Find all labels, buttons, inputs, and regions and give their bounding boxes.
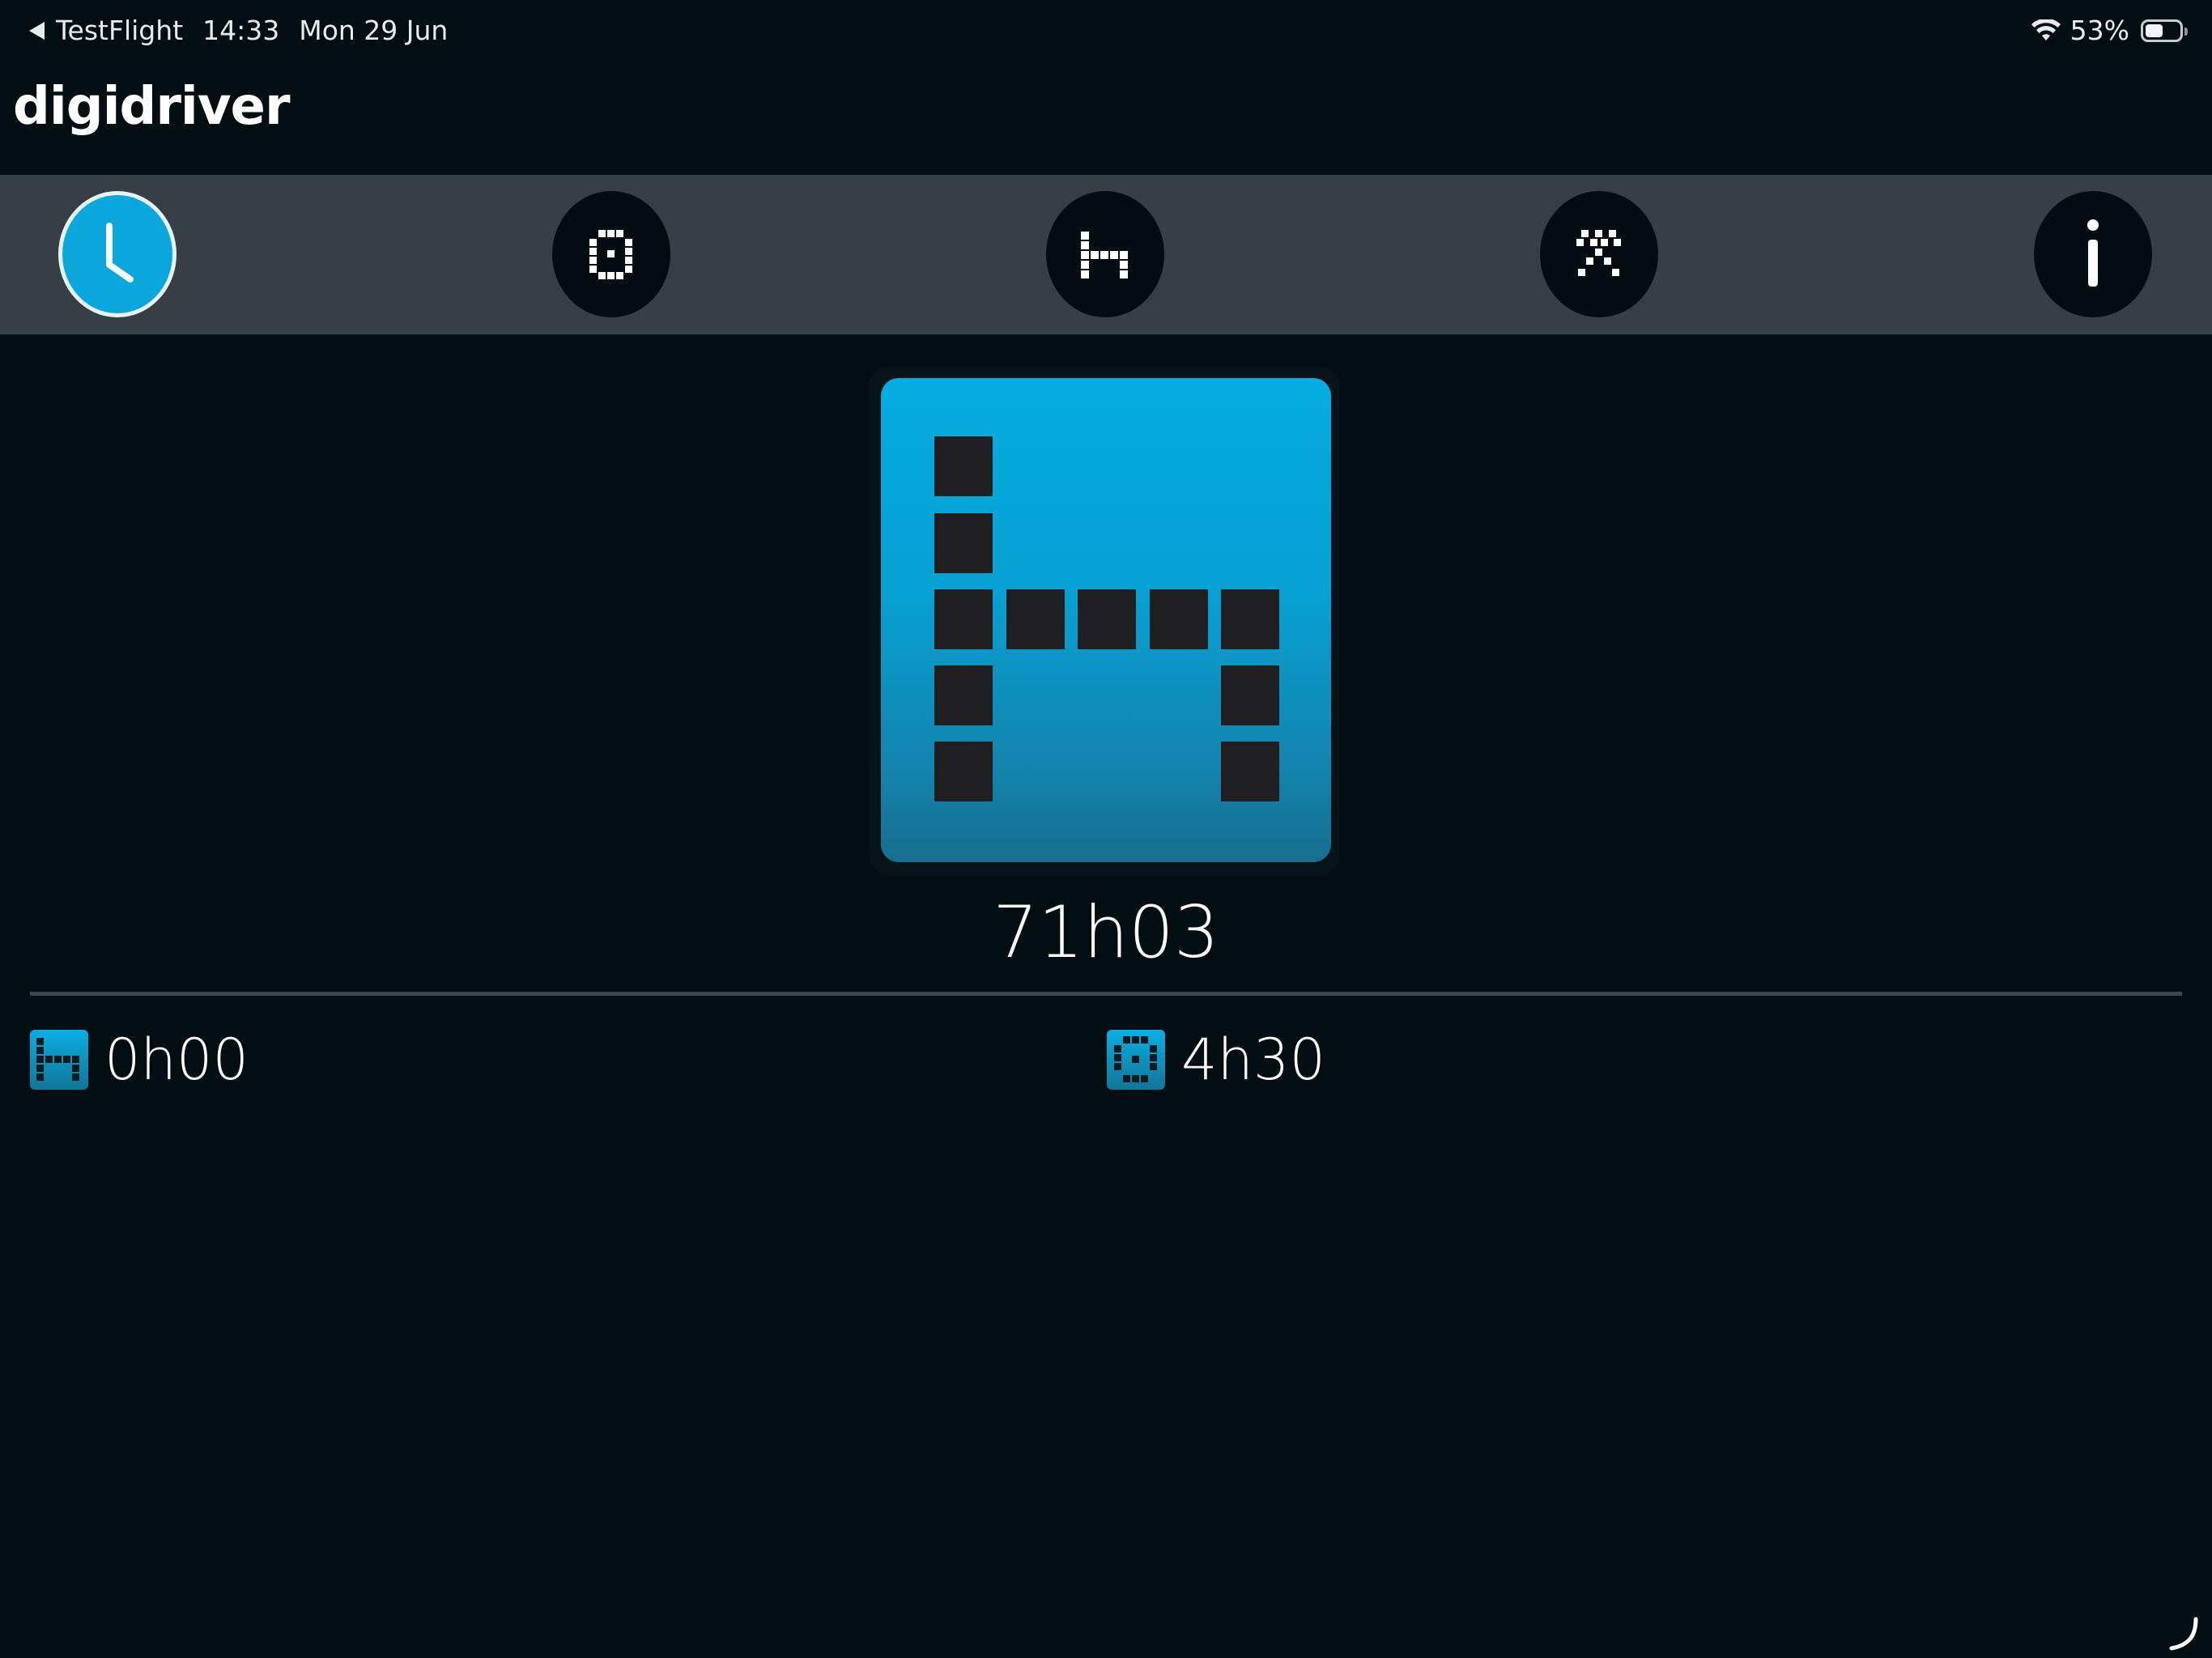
status-right: 53% [2031,15,2188,46]
info-icon [2087,219,2099,287]
work-hammers-icon [1576,230,1621,276]
app-logo: digidriver [13,77,290,137]
toolbar-button-clock[interactable] [58,191,177,317]
status-time: 14:33 [202,15,280,46]
battery-icon [2141,19,2188,42]
stat-rest-value: 0h00 [104,1027,249,1093]
stat-available: 4h30 [1107,1027,1325,1093]
back-app-label[interactable]: TestFlight [56,15,183,46]
battery-level-fill [2146,23,2163,37]
wifi-icon [2031,19,2061,40]
toolbar-button-info[interactable] [2034,191,2152,317]
status-bar: TestFlight 14:33 Mon 29 Jun 53% [0,0,2212,65]
toolbar-button-rest[interactable] [1046,191,1164,317]
main-activity-card[interactable] [881,378,1331,862]
back-arrow-icon[interactable] [29,21,45,40]
rest-bed-icon [934,436,1279,801]
available-icon [589,230,632,279]
available-icon [1107,1030,1165,1090]
stat-available-value: 4h30 [1181,1027,1325,1093]
total-time-value: 71h03 [993,891,1219,974]
clock-icon [106,223,134,283]
status-left[interactable]: TestFlight 14:33 Mon 29 Jun [29,15,448,46]
app-screen: TestFlight 14:33 Mon 29 Jun 53% digidriv… [0,0,2212,1658]
rest-bed-icon [30,1030,88,1090]
toolbar-button-work[interactable] [1540,191,1658,317]
corner-hook-icon [2169,1617,2198,1651]
battery-percent: 53% [2069,15,2129,46]
divider [30,992,2182,996]
status-date: Mon 29 Jun [299,15,449,46]
stat-rest: 0h00 [30,1027,249,1093]
rest-bed-icon [1081,232,1128,278]
toolbar [0,175,2212,334]
toolbar-button-available[interactable] [552,191,670,317]
